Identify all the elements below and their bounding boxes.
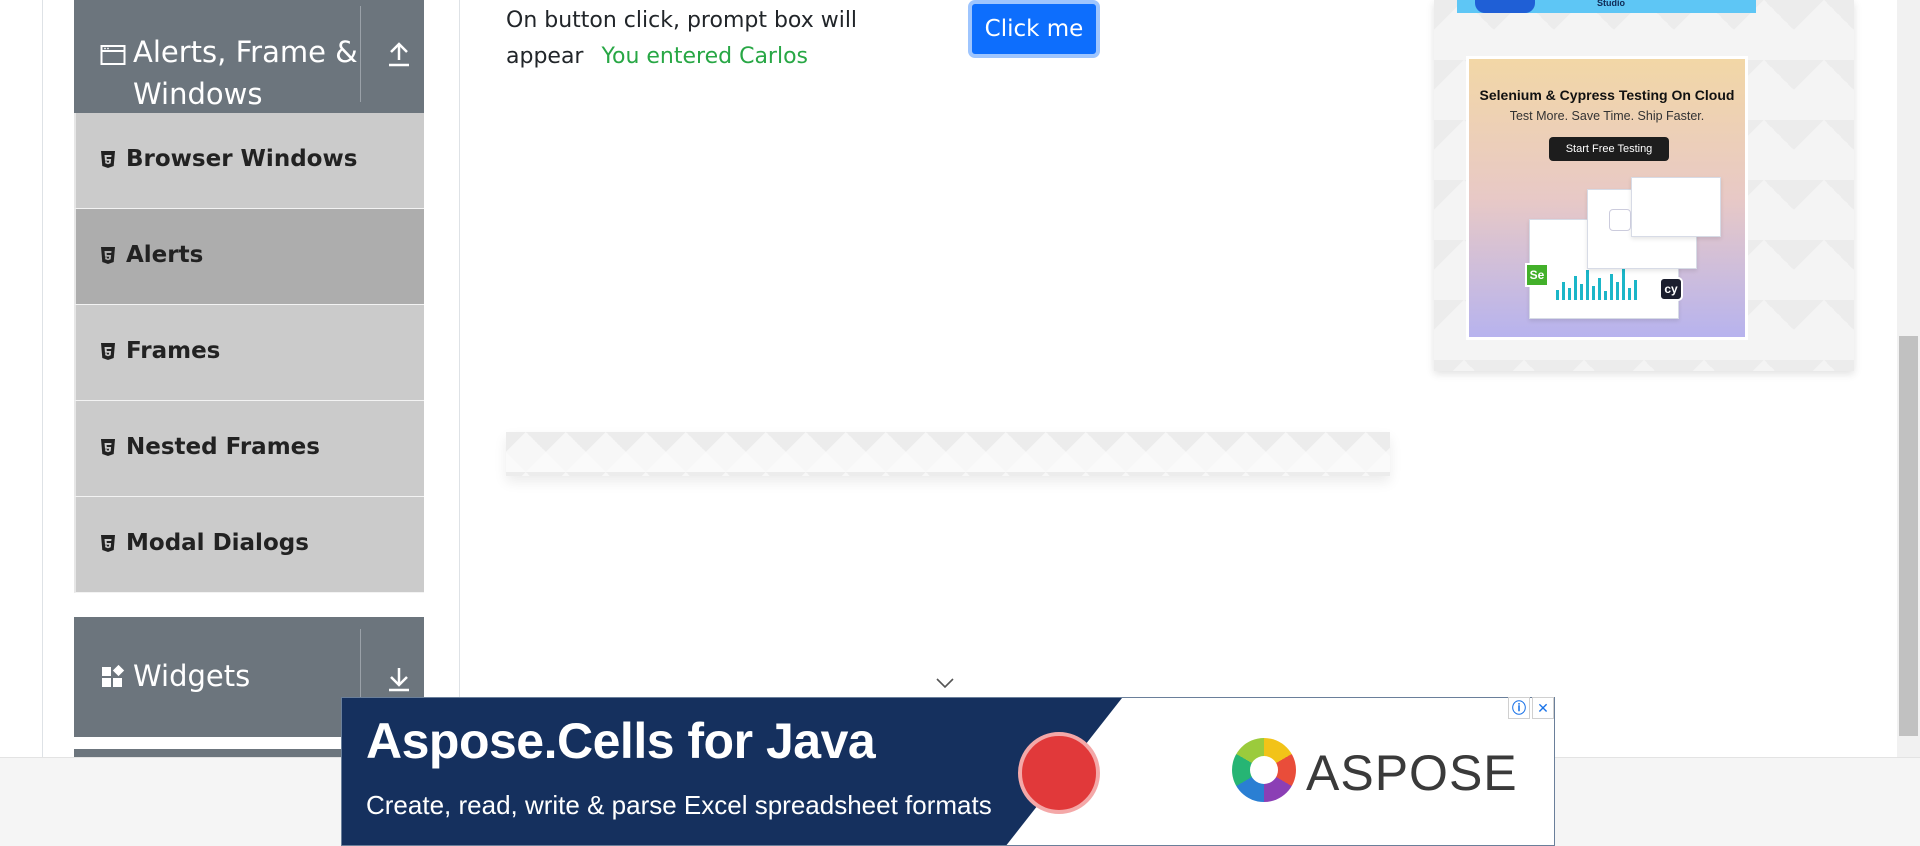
group-title-line2: Windows — [133, 77, 263, 111]
browser-window-icon — [100, 45, 126, 65]
sidebar-item-label: Frames — [126, 338, 221, 364]
sidebar-item-browser-windows[interactable]: Browser Windows — [74, 113, 424, 209]
java-logo-icon — [1018, 732, 1100, 814]
ad-strip-graphic — [1475, 0, 1535, 13]
prompt-result: You entered Carlos — [601, 44, 809, 69]
ad-title: Aspose.Cells for Java — [366, 713, 876, 769]
sidebar-right-border — [459, 0, 460, 757]
widgets-icon — [102, 664, 125, 687]
lambdatest-logo-icon — [1609, 209, 1631, 231]
html5-icon — [101, 535, 115, 552]
sidebar-item-nested-frames[interactable]: Nested Frames — [74, 401, 424, 497]
selenium-logo-icon: Se — [1525, 263, 1549, 287]
ad-close-icon[interactable]: ✕ — [1532, 697, 1554, 719]
ad-subtitle: Create, read, write & parse Excel spread… — [366, 790, 992, 820]
ad-title: Selenium & Cypress Testing On Cloud — [1479, 87, 1735, 103]
chevron-down-icon[interactable] — [935, 676, 955, 690]
lambdatest-ad[interactable]: Selenium & Cypress Testing On Cloud Test… — [1466, 56, 1748, 340]
group-title-line1: Alerts, Frame & — [133, 35, 358, 69]
ad-controls: ⓘ ✕ — [1508, 697, 1554, 719]
ad-info-icon[interactable]: ⓘ — [1508, 697, 1530, 719]
group-header-alerts-frame-windows[interactable]: Alerts, Frame & Windows — [74, 0, 424, 113]
start-free-testing-button[interactable]: Start Free Testing — [1549, 137, 1669, 161]
sidebar-item-label: Browser Windows — [126, 146, 358, 172]
sidebar-item-frames[interactable]: Frames — [74, 305, 424, 401]
group-header-divider — [360, 6, 361, 102]
page-scrollbar-thumb[interactable] — [1899, 336, 1918, 736]
sidebar-left-border — [42, 0, 43, 757]
cypress-logo-icon: cy — [1659, 277, 1683, 301]
ad-strip-text: Studio — [1597, 0, 1625, 8]
prompt-box-row: On button click, prompt box will appear Y… — [506, 3, 876, 75]
ad-top-strip[interactable]: Studio — [1457, 0, 1756, 13]
html5-icon — [101, 151, 115, 168]
sidebar-item-label: Alerts — [126, 242, 204, 268]
group-title: Alerts, Frame & Windows — [133, 31, 358, 115]
mock-settings-window — [1631, 177, 1721, 237]
aspose-logo-icon — [1232, 738, 1296, 802]
mock-bar-chart — [1556, 266, 1676, 300]
prompt-button[interactable]: Click me — [968, 0, 1100, 58]
html5-icon — [101, 343, 115, 360]
sidebar-item-alerts[interactable]: Alerts — [74, 209, 424, 305]
ad-subtitle: Test More. Save Time. Ship Faster. — [1509, 109, 1705, 123]
html5-icon — [101, 247, 115, 264]
expand-down-arrow-icon[interactable] — [386, 665, 412, 693]
sidebar-item-label: Nested Frames — [126, 434, 320, 460]
collapse-up-arrow-icon[interactable] — [386, 40, 412, 68]
html5-icon — [101, 439, 115, 456]
aspose-cells-ad[interactable]: Aspose.Cells for Java Create, read, writ… — [341, 697, 1555, 846]
aspose-brand-text: ASPOSE — [1306, 745, 1518, 801]
sidebar-item-label: Modal Dialogs — [126, 530, 309, 556]
sidebar-item-modal-dialogs[interactable]: Modal Dialogs — [74, 497, 424, 593]
group-title: Widgets — [133, 659, 251, 693]
ad-placeholder-banner — [506, 432, 1390, 476]
